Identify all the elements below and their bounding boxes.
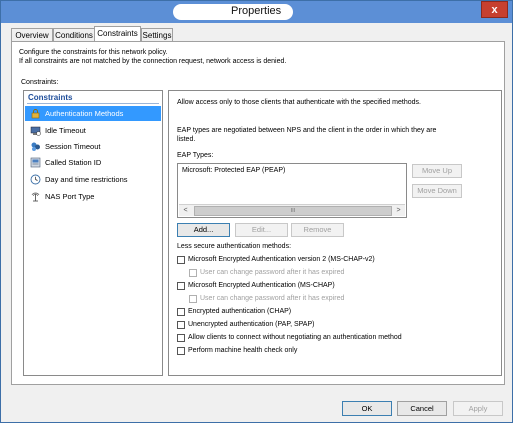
session-timeout-icon [31,142,40,151]
pap-spap-checkbox[interactable] [177,321,185,329]
constraints-list-header: Constraints [28,93,73,102]
called-station-icon [30,157,41,168]
constraint-item-label: Session Timeout [45,142,101,151]
constraint-item-nas-port-type[interactable]: NAS Port Type [25,189,161,204]
health-check-label: Perform machine health check only [188,347,298,354]
cancel-button[interactable]: Cancel [397,401,447,416]
no-negotiation-label: Allow clients to connect without negotia… [188,334,402,341]
constraint-item-label: Idle Timeout [45,126,86,135]
constraint-item-authentication-methods[interactable]: Authentication Methods [25,106,161,121]
ok-button[interactable]: OK [342,401,392,416]
constraint-item-label: Authentication Methods [45,109,124,118]
lock-key-icon [31,109,40,119]
constraint-item-idle-timeout[interactable]: Idle Timeout [25,123,161,138]
ms-chap-label: Microsoft Encrypted Authentication (MS-C… [188,282,335,289]
remove-button[interactable]: Remove [291,223,344,237]
ms-chap-v2-change-password-label: User can change password after it has ex… [200,269,345,276]
close-icon: x [491,4,498,16]
ms-chap-change-password-label: User can change password after it has ex… [200,295,345,302]
constraints-label: Constraints: [21,79,59,86]
horizontal-scrollbar[interactable]: < III > [179,204,405,216]
ms-chap-v2-label: Microsoft Encrypted Authentication versi… [188,256,375,263]
move-up-button[interactable]: Move Up [412,164,462,178]
scroll-left-icon[interactable]: < [180,205,191,216]
clock-icon [30,174,41,185]
intro-text-line2: If all constraints are not matched by th… [19,58,287,65]
constraint-item-called-station-id[interactable]: Called Station ID [25,155,161,170]
less-secure-label: Less secure authentication methods: [177,243,292,250]
add-button[interactable]: Add... [177,223,230,237]
scroll-thumb[interactable]: III [194,206,392,216]
close-button[interactable]: x [481,1,508,18]
chap-checkbox[interactable] [177,308,185,316]
properties-dialog: Properties x Overview Conditions Constra… [0,0,513,423]
edit-button[interactable]: Edit... [235,223,288,237]
ms-chap-change-password-checkbox[interactable] [189,295,197,303]
constraint-item-label: Day and time restrictions [45,175,128,184]
ms-chap-v2-change-password-checkbox[interactable] [189,269,197,277]
constraints-list: Constraints Authentication Methods Idle … [23,90,163,376]
chap-label: Encrypted authentication (CHAP) [188,308,292,315]
tab-overview[interactable]: Overview [11,28,53,41]
tab-constraints[interactable]: Constraints [94,26,141,41]
constraint-item-session-timeout[interactable]: Session Timeout [25,139,161,154]
auth-methods-description: Allow access only to those clients that … [177,99,421,106]
header-divider [27,103,159,104]
title-bar[interactable]: Properties x [1,1,512,23]
constraint-item-day-and-time[interactable]: Day and time restrictions [25,172,161,187]
tab-conditions[interactable]: Conditions [53,28,95,41]
ms-chap-v2-checkbox[interactable] [177,256,185,264]
pap-spap-label: Unencrypted authentication (PAP, SPAP) [188,321,315,328]
tab-settings[interactable]: Settings [141,28,173,41]
window-title: Properties [231,5,282,17]
no-negotiation-checkbox[interactable] [177,334,185,342]
eap-note-line1: EAP types are negotiated between NPS and… [177,127,437,134]
ms-chap-checkbox[interactable] [177,282,185,290]
eap-types-label: EAP Types: [177,152,214,159]
apply-button[interactable]: Apply [453,401,503,416]
constraint-item-label: Called Station ID [45,158,102,167]
intro-text-line1: Configure the constraints for this netwo… [19,49,168,56]
eap-type-item[interactable]: Microsoft: Protected EAP (PEAP) [182,167,285,174]
eap-types-listbox[interactable]: Microsoft: Protected EAP (PEAP) < III > [177,163,407,218]
idle-timeout-icon [30,126,41,136]
eap-note-line2: listed. [177,136,196,143]
nas-port-icon [31,192,40,202]
move-down-button[interactable]: Move Down [412,184,462,198]
constraint-item-label: NAS Port Type [45,192,95,201]
scroll-right-icon[interactable]: > [393,205,404,216]
health-check-checkbox[interactable] [177,347,185,355]
